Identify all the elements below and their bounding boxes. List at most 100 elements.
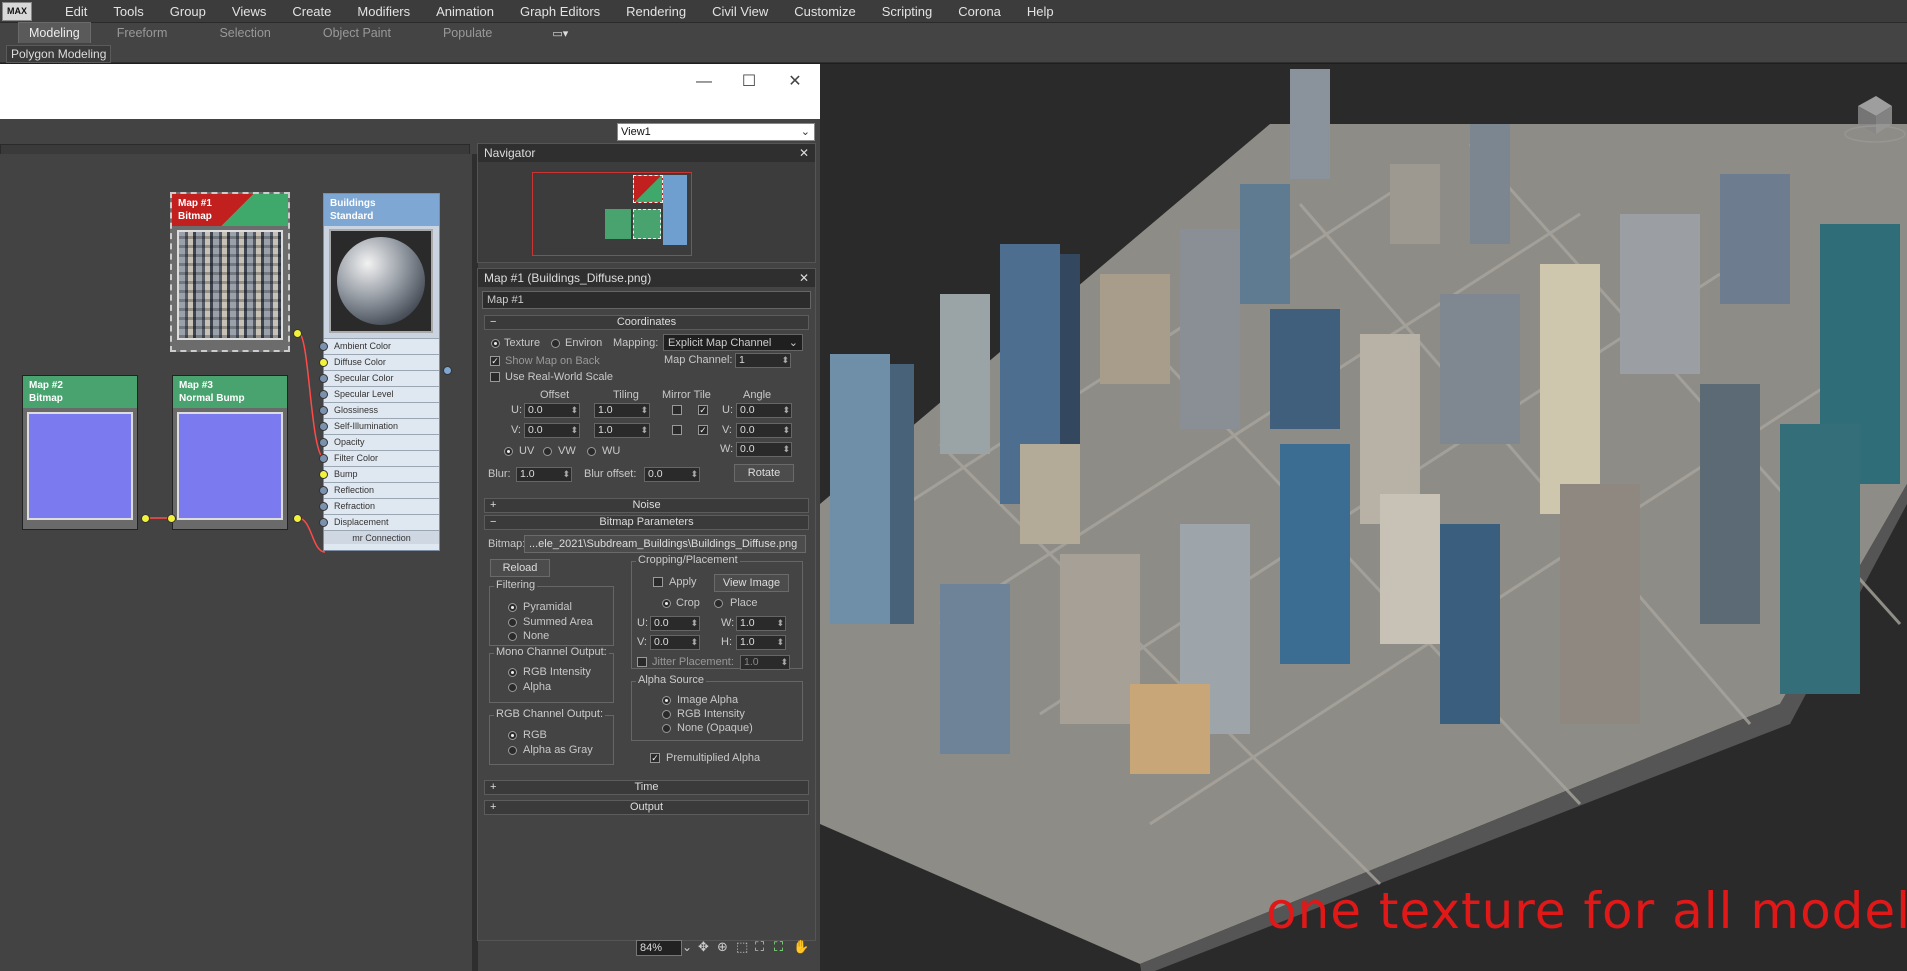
- real-world-scale-checkbox[interactable]: [490, 372, 500, 382]
- menu-animation[interactable]: Animation: [423, 0, 507, 23]
- map-name-field[interactable]: Map #1: [482, 291, 811, 309]
- u-angle-spinner[interactable]: 0.0: [736, 403, 792, 418]
- menu-corona[interactable]: Corona: [945, 0, 1014, 23]
- u-tile-checkbox[interactable]: ✓: [698, 405, 708, 415]
- rollout-time[interactable]: + Time: [484, 780, 809, 795]
- pan-icon[interactable]: ✥: [698, 939, 709, 955]
- node-material[interactable]: Buildings Standard Ambient Color Diffuse…: [319, 193, 440, 551]
- jitter-checkbox[interactable]: [637, 657, 647, 667]
- 3d-viewport[interactable]: [820, 64, 1907, 971]
- vw-radio[interactable]: [543, 447, 552, 456]
- slot-diffuse[interactable]: Diffuse Color: [319, 354, 439, 370]
- view-image-button[interactable]: View Image: [714, 574, 789, 592]
- zoom-extents-selected-icon[interactable]: ⛶: [774, 939, 783, 955]
- bitmap-path-button[interactable]: ...ele_2021\Subdream_Buildings\Buildings…: [524, 535, 806, 553]
- menu-tools[interactable]: Tools: [100, 0, 156, 23]
- w-angle-spinner[interactable]: 0.0: [736, 442, 792, 457]
- crop-u-spinner[interactable]: 0.0: [650, 616, 700, 631]
- zoom-field[interactable]: 84%: [636, 940, 682, 956]
- u-tiling-spinner[interactable]: 1.0: [594, 403, 650, 418]
- v-tiling-spinner[interactable]: 1.0: [594, 423, 650, 438]
- rotate-button[interactable]: Rotate: [734, 464, 794, 482]
- show-map-on-back-checkbox[interactable]: ✓: [490, 356, 500, 366]
- environ-radio[interactable]: [551, 339, 560, 348]
- menu-views[interactable]: Views: [219, 0, 279, 23]
- node-map3[interactable]: Map #3 Normal Bump: [172, 375, 288, 530]
- menu-rendering[interactable]: Rendering: [613, 0, 699, 23]
- map3-output-port[interactable]: [293, 514, 302, 523]
- zoom-icon[interactable]: ⊕: [717, 939, 728, 955]
- reload-button[interactable]: Reload: [490, 559, 550, 577]
- mono-alpha-radio[interactable]: [508, 683, 517, 692]
- slot-reflection[interactable]: Reflection: [319, 482, 439, 498]
- menu-help[interactable]: Help: [1014, 0, 1067, 23]
- alpha-as-gray-radio[interactable]: [508, 746, 517, 755]
- u-offset-spinner[interactable]: 0.0: [524, 403, 580, 418]
- place-radio[interactable]: [714, 599, 723, 608]
- v-tile-checkbox[interactable]: ✓: [698, 425, 708, 435]
- map-channel-spinner[interactable]: 1: [735, 353, 791, 368]
- close-icon[interactable]: ✕: [799, 144, 809, 162]
- slot-refraction[interactable]: Refraction: [319, 498, 439, 514]
- node-map2[interactable]: Map #2 Bitmap: [22, 375, 138, 530]
- tab-modeling[interactable]: Modeling: [18, 22, 91, 44]
- slot-glossiness[interactable]: Glossiness: [319, 402, 439, 418]
- hand-pan-icon[interactable]: ✋: [793, 939, 809, 955]
- wu-radio[interactable]: [587, 447, 596, 456]
- menu-scripting[interactable]: Scripting: [869, 0, 946, 23]
- uv-radio[interactable]: [504, 447, 513, 456]
- pyramidal-radio[interactable]: [508, 603, 517, 612]
- ribbon-options-icon[interactable]: ▭▾: [552, 27, 568, 40]
- rollout-bitmap-parameters[interactable]: − Bitmap Parameters: [484, 515, 809, 530]
- menu-create[interactable]: Create: [279, 0, 344, 23]
- close-icon[interactable]: ✕: [783, 72, 807, 92]
- material-output-port[interactable]: [443, 366, 452, 375]
- zoom-region-icon[interactable]: ⬚: [736, 939, 748, 955]
- menu-customize[interactable]: Customize: [781, 0, 868, 23]
- slot-ambient[interactable]: Ambient Color: [319, 338, 439, 354]
- v-offset-spinner[interactable]: 0.0: [524, 423, 580, 438]
- rgb-radio[interactable]: [508, 731, 517, 740]
- polygon-modeling-label[interactable]: Polygon Modeling: [6, 45, 112, 63]
- slot-specular-level[interactable]: Specular Level: [319, 386, 439, 402]
- zoom-extents-icon[interactable]: ⛶: [755, 939, 764, 955]
- navigator-view-rect[interactable]: [532, 172, 692, 256]
- crop-h-spinner[interactable]: 1.0: [736, 635, 786, 650]
- rollout-noise[interactable]: + Noise: [484, 498, 809, 513]
- view-select[interactable]: View1 ⌄: [617, 123, 815, 141]
- apply-checkbox[interactable]: [653, 577, 663, 587]
- tab-selection[interactable]: Selection: [193, 23, 296, 43]
- map1-output-port[interactable]: [293, 329, 302, 338]
- map3-input-port[interactable]: [167, 514, 176, 523]
- slot-mr-connection[interactable]: mr Connection: [324, 530, 439, 544]
- slot-opacity[interactable]: Opacity: [319, 434, 439, 450]
- tab-populate[interactable]: Populate: [417, 23, 518, 43]
- filter-none-radio[interactable]: [508, 632, 517, 641]
- minimize-icon[interactable]: —: [692, 72, 716, 92]
- rollout-coordinates[interactable]: − Coordinates: [484, 315, 809, 330]
- u-mirror-checkbox[interactable]: [672, 405, 682, 415]
- menu-civil-view[interactable]: Civil View: [699, 0, 781, 23]
- menu-group[interactable]: Group: [157, 0, 219, 23]
- texture-radio[interactable]: [491, 339, 500, 348]
- v-angle-spinner[interactable]: 0.0: [736, 423, 792, 438]
- zoom-dropdown-icon[interactable]: ⌄: [682, 940, 692, 954]
- menu-modifiers[interactable]: Modifiers: [344, 0, 423, 23]
- none-opaque-radio[interactable]: [662, 724, 671, 733]
- jitter-spinner[interactable]: 1.0: [740, 655, 790, 670]
- crop-v-spinner[interactable]: 0.0: [650, 635, 700, 650]
- app-logo[interactable]: MAX: [2, 1, 32, 21]
- crop-w-spinner[interactable]: 1.0: [736, 616, 786, 631]
- alpha-rgb-intensity-radio[interactable]: [662, 710, 671, 719]
- mapping-dropdown[interactable]: Explicit Map Channel ⌄: [663, 334, 803, 351]
- summed-area-radio[interactable]: [508, 618, 517, 627]
- mono-rgb-intensity-radio[interactable]: [508, 668, 517, 677]
- image-alpha-radio[interactable]: [662, 696, 671, 705]
- rollout-output[interactable]: + Output: [484, 800, 809, 815]
- slot-self-illumination[interactable]: Self-Illumination: [319, 418, 439, 434]
- map2-output-port[interactable]: [141, 514, 150, 523]
- premultiplied-alpha-checkbox[interactable]: ✓: [650, 753, 660, 763]
- node-view[interactable]: Map #1 Bitmap Buildings Standard Ambient…: [0, 154, 472, 971]
- slot-filter-color[interactable]: Filter Color: [319, 450, 439, 466]
- tab-freeform[interactable]: Freeform: [91, 23, 194, 43]
